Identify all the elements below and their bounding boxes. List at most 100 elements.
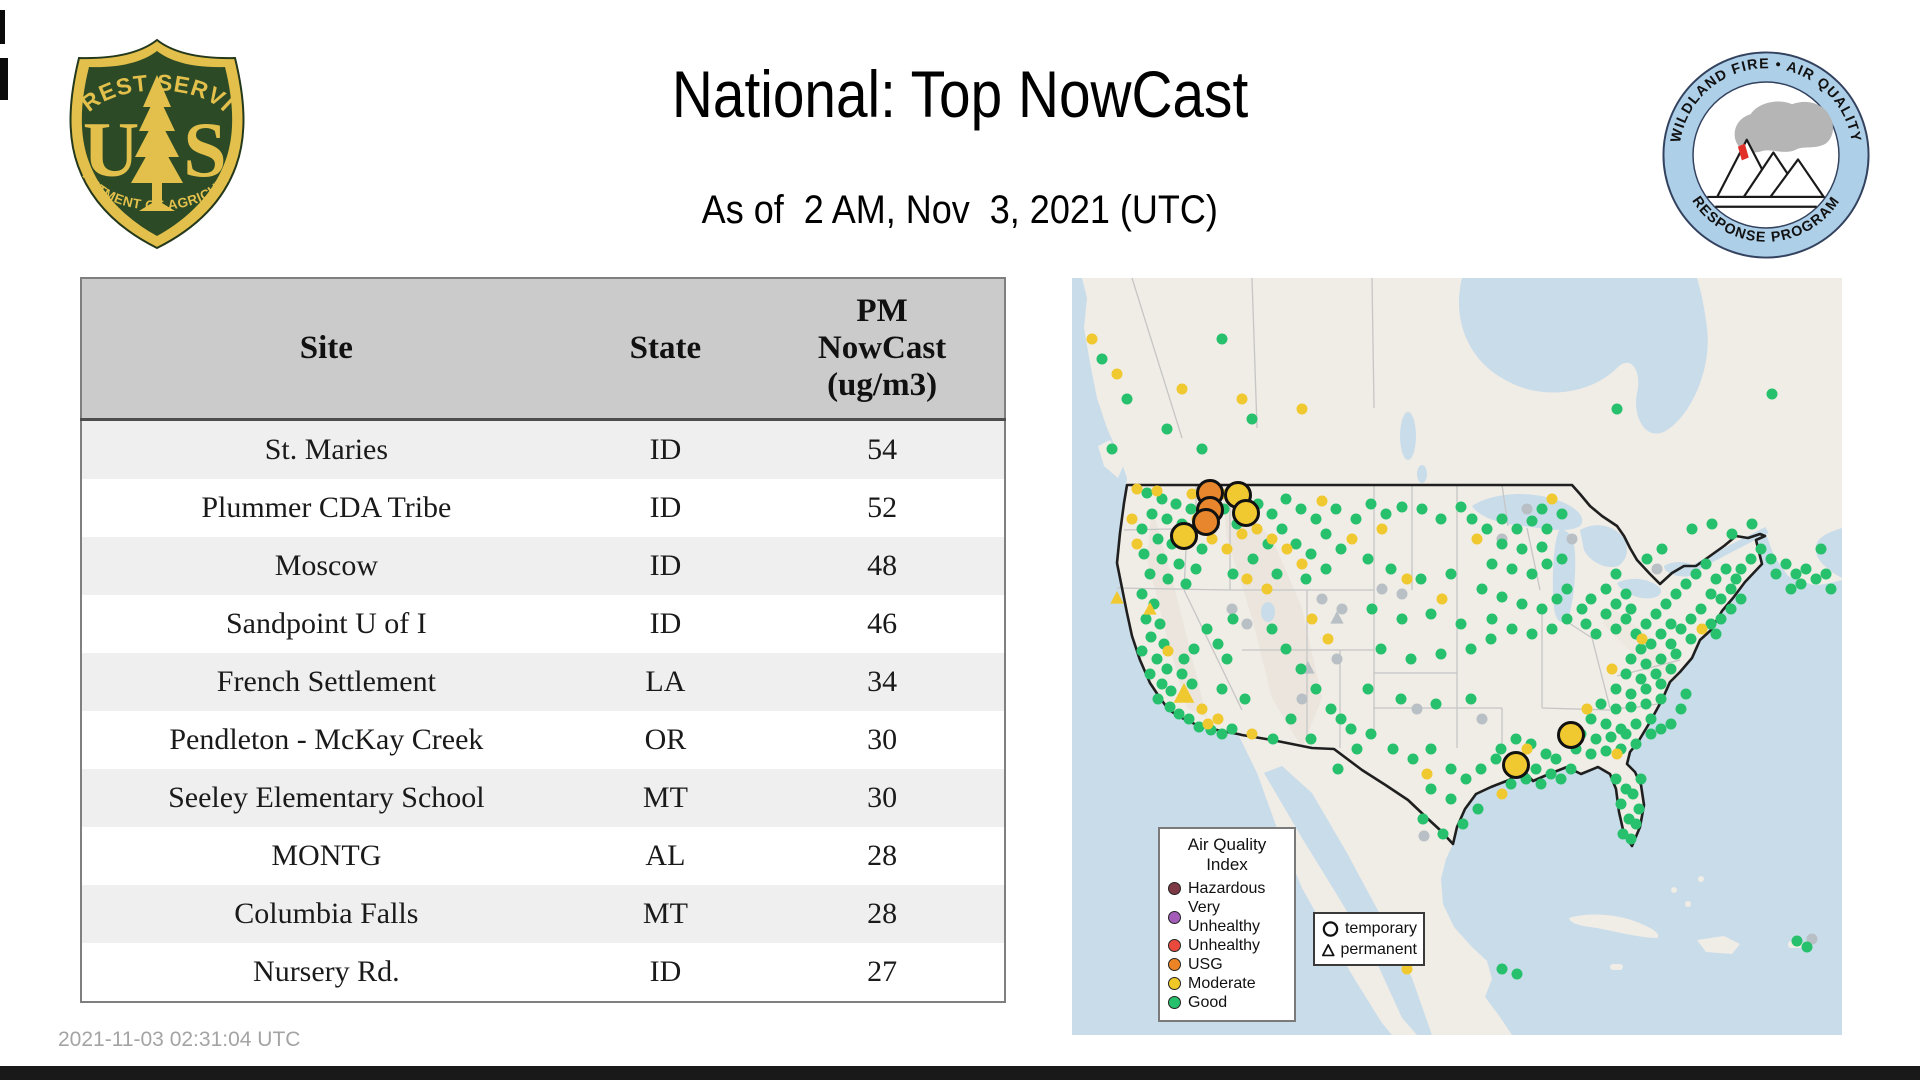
monitor-dot-top-sites-moderate [1557, 721, 1585, 749]
monitor-dot-good [1351, 743, 1363, 755]
monitor-dot-good [1610, 683, 1622, 695]
monitor-dot-good [1655, 653, 1667, 665]
monitor-dot-good [1655, 693, 1667, 705]
monitor-dot-moderate [1236, 393, 1248, 405]
monitor-dot-good [1590, 628, 1602, 640]
bottom-bar [0, 1066, 1920, 1080]
monitor-dot-good [1526, 515, 1538, 527]
monitor-dot-top-sites-moderate [1170, 522, 1198, 550]
monitor-dot-good [1481, 523, 1493, 535]
monitor-dot-good [1541, 558, 1553, 570]
monitor-dot-good [1455, 501, 1467, 513]
monitor-dot-good [1610, 623, 1622, 635]
monitor-dot-good [1460, 773, 1472, 785]
column-header-site: Site [81, 278, 571, 421]
monitor-dot-inactive [1411, 703, 1423, 715]
column-header-state: State [570, 278, 761, 421]
monitor-dot-good [1221, 653, 1233, 665]
monitor-dot-good [1144, 568, 1156, 580]
monitor-dot-good [1675, 703, 1687, 715]
monitor-dot-good [1496, 591, 1508, 603]
monitor-dot-moderate [1521, 743, 1533, 755]
monitor-dot-good [1745, 553, 1757, 565]
monitor-dot-good [1600, 583, 1612, 595]
monitor-dot-good [1610, 568, 1622, 580]
monitor-dot-good [1144, 668, 1156, 680]
monitor-dot-good [1627, 788, 1639, 800]
monitor-dot-good [1476, 583, 1488, 595]
monitor-dot-good [1096, 353, 1108, 365]
monitor-dot-good [1640, 618, 1652, 630]
monitor-dot-good [1320, 563, 1332, 575]
monitor-dot-inactive [1296, 693, 1308, 705]
table-row: Pendleton - McKay Creek OR 30 [81, 710, 1005, 769]
monitor-dot-inactive [1336, 603, 1348, 615]
monitor-dot-good [1535, 778, 1547, 790]
monitor-dot-good [1305, 548, 1317, 560]
monitor-dot-good [1820, 568, 1832, 580]
monitor-dot-good [1141, 487, 1153, 499]
monitor-dot-good [1407, 753, 1419, 765]
permanent-triangle-icon [1321, 943, 1335, 956]
monitor-dot-moderate [1496, 788, 1508, 800]
monitor-dot-good [1630, 818, 1642, 830]
monitor-dot-good [1685, 633, 1697, 645]
monitor-dot-good [1161, 663, 1173, 675]
aqi-color-dot [1168, 882, 1181, 895]
monitor-dot-good [1362, 553, 1374, 565]
monitor-dot-good [1561, 613, 1573, 625]
monitor-dot-good [1655, 628, 1667, 640]
monitor-dot-good [1656, 543, 1668, 555]
monitor-dot-good [1365, 728, 1377, 740]
monitor-dot-good [1600, 745, 1612, 757]
monitor-dot-moderate [1346, 533, 1358, 545]
monitor-dot-good [1695, 603, 1707, 615]
monitor-dot-good [1161, 513, 1173, 525]
monitor-dot-moderate [1546, 493, 1558, 505]
monitor-dot-good [1725, 603, 1737, 615]
monitor-dot-good [1766, 388, 1778, 400]
monitor-dot-good [1585, 593, 1597, 605]
monitor-dot-inactive [1226, 603, 1238, 615]
monitor-dot-good [1154, 618, 1166, 630]
monitor-dot-good [1266, 623, 1278, 635]
monitor-dot-good [1655, 678, 1667, 690]
monitor-dot-good [1161, 423, 1173, 435]
monitor-dot-good [1365, 498, 1377, 510]
monitor-dot-good [1541, 523, 1553, 535]
monitor-dot-good [1185, 503, 1197, 515]
monitor-dot-moderate [1111, 368, 1123, 380]
monitor-dot-good [1162, 573, 1174, 585]
monitor-dot-good [1496, 538, 1508, 550]
monitor-dot-good [1791, 935, 1803, 947]
monitor-dot-good [1700, 558, 1712, 570]
table-row: French Settlement LA 34 [81, 652, 1005, 711]
monitor-dot-moderate [1306, 613, 1318, 625]
monitor-dot-good [1645, 728, 1657, 740]
monitor-dot-good [1630, 718, 1642, 730]
monitor-dot-good [1164, 701, 1176, 713]
monitor-dot-moderate [1186, 488, 1198, 500]
monitor-dot-good [1590, 733, 1602, 745]
table-row: Seeley Elementary School MT 30 [81, 768, 1005, 827]
monitor-dot-good [1665, 718, 1677, 730]
monitor-dot-good [1715, 613, 1727, 625]
legend-item-permanent: permanent [1321, 939, 1417, 960]
monitor-dot-good [1300, 573, 1312, 585]
table-header-row: Site State PM NowCast (ug/m3) [81, 278, 1005, 421]
monitor-dot-moderate [1611, 748, 1623, 760]
monitor-dot-good [1755, 543, 1767, 555]
monitor-dot-good [1151, 653, 1163, 665]
monitor-dot-good [1726, 528, 1738, 540]
monitor-dot-good [1585, 748, 1597, 760]
monitor-dot-good [1585, 713, 1597, 725]
monitor-dot-good [1247, 553, 1259, 565]
monitor-dot-inactive [1241, 618, 1253, 630]
generation-timestamp: 2021-11-03 02:31:04 UTC [58, 1028, 301, 1051]
temporary-circle-icon [1322, 920, 1339, 937]
monitor-dot-good [1475, 763, 1487, 775]
monitor-dot-good [1295, 503, 1307, 515]
monitor-dot-good [1216, 728, 1228, 740]
monitor-dot-good [1595, 698, 1607, 710]
table-row: MONTG AL 28 [81, 826, 1005, 885]
